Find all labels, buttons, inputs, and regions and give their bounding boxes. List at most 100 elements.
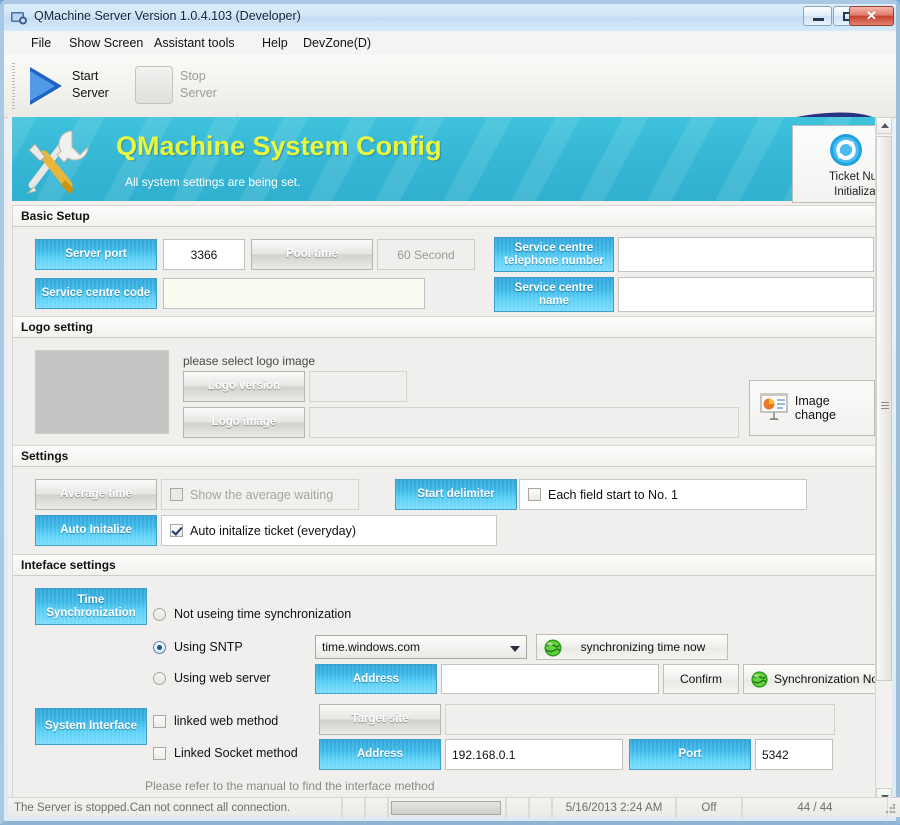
stop-server-button[interactable] xyxy=(135,66,173,104)
radio-not-using-time-sync[interactable]: Not useing time synchronization xyxy=(153,607,351,621)
status-slot-3 xyxy=(506,798,529,818)
stop-server-label-line2: Server xyxy=(180,86,217,100)
auto-initalize-button[interactable]: Auto Initalize xyxy=(35,515,157,546)
service-centre-code-label[interactable]: Service centre code xyxy=(35,278,157,309)
average-time-button[interactable]: Average time xyxy=(35,479,157,510)
show-average-waiting-checkbox[interactable] xyxy=(170,488,183,501)
sntp-server-value: time.windows.com xyxy=(322,640,421,654)
auto-initalize-ticket-box[interactable]: Auto initalize ticket (everyday) xyxy=(161,515,497,546)
refresh-icon xyxy=(830,134,862,166)
page-banner: QMachine System Config All system settin… xyxy=(12,117,882,203)
sntp-address-label[interactable]: Address xyxy=(315,664,437,694)
ticket-number-initialization-button[interactable]: Ticket Numb Initializatio xyxy=(792,125,882,203)
time-synchronization-label-line2: Synchronization xyxy=(46,606,136,619)
status-slot-2 xyxy=(365,798,388,818)
server-port-input[interactable]: 3366 xyxy=(163,239,245,270)
logo-version-button[interactable]: Logo version xyxy=(183,371,305,402)
logo-image-input[interactable] xyxy=(309,407,739,438)
menu-item-assistant-tools[interactable]: Assistant tools xyxy=(149,35,240,52)
chevron-down-icon xyxy=(510,646,520,652)
port-label[interactable]: Port xyxy=(629,739,751,770)
radio-using-web-server-dot[interactable] xyxy=(153,671,166,685)
settings-header: Settings xyxy=(12,445,880,467)
resize-grip[interactable] xyxy=(885,803,897,815)
vertical-scrollbar[interactable] xyxy=(875,117,892,805)
status-bar: The Server is stopped.Can not connect al… xyxy=(8,797,900,818)
synchronization-now-button[interactable]: Synchronization Now xyxy=(743,664,882,694)
linked-web-method-row[interactable]: linked web method xyxy=(153,714,278,728)
toolbar-grip[interactable] xyxy=(12,63,15,109)
logo-image-button[interactable]: Logo image xyxy=(183,407,305,438)
radio-using-sntp-dot[interactable] xyxy=(153,640,166,654)
pool-time-label[interactable]: Pool time xyxy=(251,239,373,270)
menu-item-devzone[interactable]: DevZone(D) xyxy=(298,35,376,52)
start-server-label-line1[interactable]: Start xyxy=(72,69,98,84)
each-field-checkbox[interactable] xyxy=(528,488,541,501)
service-centre-name-label-line2: name xyxy=(538,294,570,307)
interface-manual-hint: Please refer to the manual to find the i… xyxy=(145,779,435,793)
app-icon xyxy=(11,12,27,25)
confirm-button[interactable]: Confirm xyxy=(663,664,739,694)
service-centre-telephone-label[interactable]: Service centre telephone number xyxy=(494,237,614,272)
service-centre-telephone-label-line1: Service centre xyxy=(514,241,594,254)
globe-icon xyxy=(751,670,768,688)
auto-initalize-ticket-checkbox[interactable] xyxy=(170,524,183,537)
interface-settings-body: Time Synchronization Not useing time syn… xyxy=(12,576,882,805)
target-site-button[interactable]: Target site xyxy=(319,704,441,735)
tools-icon xyxy=(26,130,89,194)
socket-address-input[interactable]: 192.168.0.1 xyxy=(445,739,623,770)
application-window: QMachine Server Version 1.0.4.103 (Devel… xyxy=(0,0,900,825)
system-interface-label[interactable]: System Interface xyxy=(35,708,147,745)
service-centre-name-input[interactable] xyxy=(618,277,874,312)
each-field-label: Each field start to No. 1 xyxy=(548,487,678,502)
scroll-up-button[interactable] xyxy=(876,117,892,134)
ticket-number-initialization-label: Ticket Numb Initializatio xyxy=(793,170,882,200)
show-average-waiting-box[interactable]: Show the average waiting xyxy=(161,479,359,510)
service-centre-telephone-input[interactable] xyxy=(618,237,874,272)
pool-time-input[interactable]: 60 Second xyxy=(377,239,475,270)
logo-version-input[interactable] xyxy=(309,371,407,402)
start-server-label-line2[interactable]: Server xyxy=(72,86,109,101)
each-field-box[interactable]: Each field start to No. 1 xyxy=(519,479,807,510)
close-button[interactable]: ✕ xyxy=(849,6,894,26)
title-bar: QMachine Server Version 1.0.4.103 (Devel… xyxy=(4,4,896,31)
linked-web-method-checkbox[interactable] xyxy=(153,714,166,728)
menu-bar: File Show Screen Assistant tools Help De… xyxy=(4,31,896,56)
logo-preview[interactable] xyxy=(35,350,169,434)
linked-socket-method-row[interactable]: Linked Socket method xyxy=(153,746,298,760)
service-centre-name-label[interactable]: Service centre name xyxy=(494,277,614,312)
radio-not-using-time-sync-label: Not useing time synchronization xyxy=(174,607,352,621)
server-port-label[interactable]: Server port xyxy=(35,239,157,270)
status-state: Off xyxy=(676,798,742,818)
page-title: QMachine System Config xyxy=(116,131,442,161)
image-change-button[interactable]: Image change xyxy=(749,380,875,436)
time-synchronization-label-line1: Time xyxy=(77,593,105,606)
linked-socket-method-checkbox[interactable] xyxy=(153,746,166,760)
radio-using-sntp[interactable]: Using SNTP xyxy=(153,640,243,654)
scrollbar-thumb[interactable] xyxy=(876,136,892,681)
service-centre-name-label-line1: Service centre xyxy=(514,281,594,294)
service-centre-code-input[interactable] xyxy=(163,278,425,309)
start-delimiter-button[interactable]: Start delimiter xyxy=(395,479,517,510)
radio-not-using-time-sync-dot[interactable] xyxy=(153,607,166,621)
interface-settings-header: Inteface settings xyxy=(12,554,880,576)
sntp-server-select[interactable]: time.windows.com xyxy=(315,635,527,659)
menu-item-show-screen[interactable]: Show Screen xyxy=(64,35,148,52)
window-title: QMachine Server Version 1.0.4.103 (Devel… xyxy=(34,9,301,23)
port-input[interactable]: 5342 xyxy=(755,739,833,770)
radio-using-sntp-label: Using SNTP xyxy=(174,640,243,654)
time-synchronization-label[interactable]: Time Synchronization xyxy=(35,588,147,625)
basic-setup-title: Basic Setup xyxy=(21,209,90,223)
page-subtitle: All system settings are being set. xyxy=(125,175,301,189)
synchronizing-time-now-label: synchronizing time now xyxy=(580,640,706,654)
minimize-button[interactable] xyxy=(803,6,832,26)
target-site-input[interactable] xyxy=(445,704,835,735)
synchronizing-time-now-button[interactable]: synchronizing time now xyxy=(536,634,728,660)
radio-using-web-server[interactable]: Using web server xyxy=(153,671,271,685)
socket-address-label[interactable]: Address xyxy=(319,739,441,770)
menu-item-file[interactable]: File xyxy=(26,35,56,52)
menu-item-help[interactable]: Help xyxy=(257,35,293,52)
sntp-address-input[interactable] xyxy=(441,664,659,694)
presentation-icon xyxy=(759,393,788,420)
logo-setting-body: please select logo image Logo version Lo… xyxy=(12,338,880,448)
